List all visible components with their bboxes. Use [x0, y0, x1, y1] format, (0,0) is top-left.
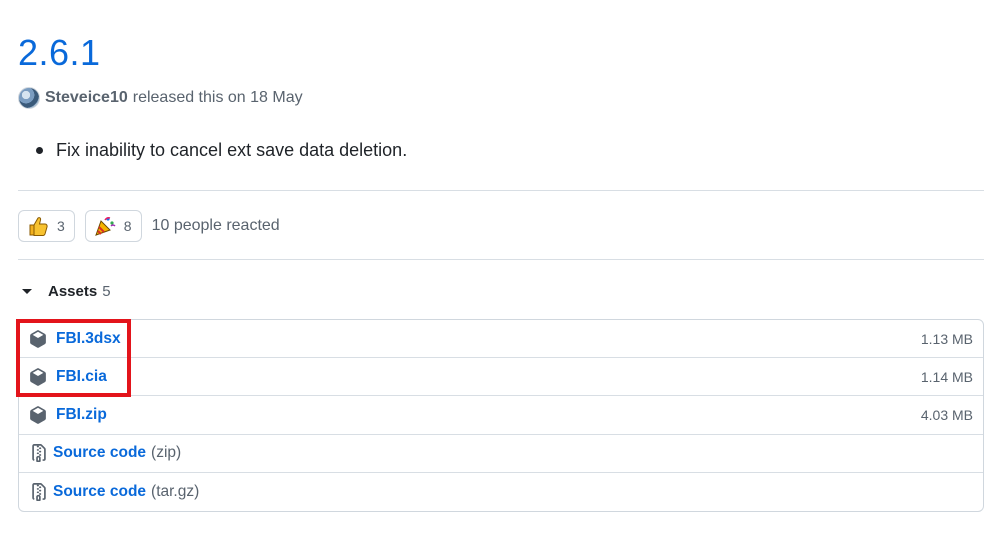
asset-row: FBI.3dsx 1.13 MB	[19, 320, 983, 359]
file-zip-icon	[30, 444, 48, 463]
asset-link[interactable]: FBI.cia	[56, 368, 107, 386]
release-meta: Steveice10 released this on 18 May	[18, 86, 303, 110]
reaction-count: 3	[57, 218, 65, 234]
assets-list: FBI.3dsx 1.13 MB FBI.cia 1.14 MB FBI.zip…	[18, 319, 984, 512]
asset-row: FBI.zip 4.03 MB	[19, 396, 983, 435]
asset-link[interactable]: FBI.zip	[56, 406, 107, 424]
package-icon	[29, 406, 47, 424]
assets-title: Assets	[48, 282, 98, 300]
file-zip-icon	[30, 482, 48, 501]
asset-link[interactable]: Source code	[53, 444, 146, 462]
asset-link[interactable]: Source code	[53, 483, 146, 501]
thumbs-up-icon	[27, 215, 49, 237]
asset-row: FBI.cia 1.14 MB	[19, 358, 983, 397]
asset-row: Source code (zip)	[19, 435, 983, 473]
asset-size: 1.13 MB	[920, 330, 973, 347]
assets-toggle[interactable]: Assets 5	[18, 280, 111, 302]
asset-suffix: (zip)	[151, 444, 182, 462]
package-icon	[29, 367, 47, 386]
asset-size: 4.03 MB	[920, 406, 973, 423]
reaction-thumbs-up-button[interactable]: 3	[18, 210, 75, 242]
asset-suffix: (tar.gz)	[151, 482, 200, 500]
release-meta-text: released this on 18 May	[132, 89, 303, 106]
author-link[interactable]: Steveice10	[45, 89, 128, 107]
bullet-icon	[36, 147, 43, 154]
release-note-text: Fix inability to cancel ext save data de…	[56, 140, 408, 160]
caret-down-icon	[22, 288, 32, 294]
asset-row: Source code (tar.gz)	[19, 473, 983, 511]
author-avatar[interactable]	[18, 87, 40, 109]
assets-count: 5	[102, 282, 111, 300]
asset-size: 1.14 MB	[920, 368, 973, 385]
reaction-hooray-button[interactable]: 8	[84, 210, 142, 242]
party-popper-icon	[94, 215, 116, 237]
reactions-summary: 10 people reacted	[151, 217, 280, 234]
release-notes-item: Fix inability to cancel ext save data de…	[36, 140, 407, 161]
divider	[18, 259, 984, 260]
package-icon	[29, 329, 47, 348]
asset-link[interactable]: FBI.3dsx	[56, 330, 121, 348]
divider	[18, 190, 984, 191]
reaction-count: 8	[123, 218, 132, 234]
release-version-title[interactable]: 2.6.1	[18, 32, 101, 74]
reactions-bar: 3 8 10 people reacted	[18, 210, 280, 242]
